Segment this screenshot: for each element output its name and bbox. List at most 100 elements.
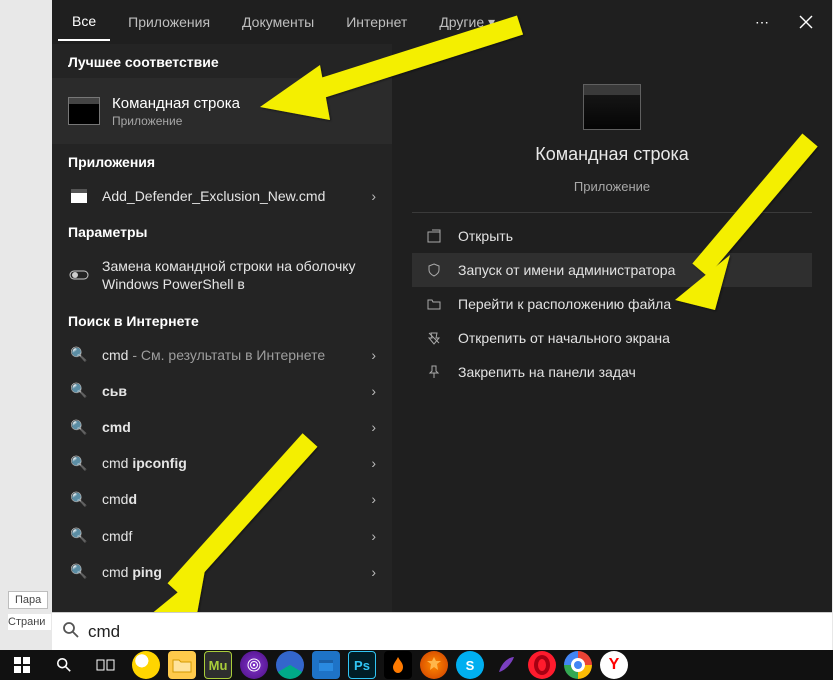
results-list: Лучшее соответствие Командная строка При… <box>52 44 392 612</box>
search-input[interactable] <box>88 622 822 642</box>
result-label: cmd - См. результаты в Интернете <box>102 346 359 364</box>
taskbar-app-photoshop[interactable]: Ps <box>348 651 376 679</box>
taskbar: Mu Ps S Y <box>0 650 833 680</box>
taskbar-app-skype[interactable]: S <box>456 651 484 679</box>
tab-all[interactable]: Все <box>58 3 110 41</box>
taskbar-search-button[interactable] <box>44 650 84 680</box>
chevron-right-icon: › <box>371 564 376 580</box>
cmd-icon <box>68 97 100 125</box>
search-icon: 🔍 <box>68 527 90 544</box>
taskbar-app-yandex-browser[interactable]: Y <box>600 651 628 679</box>
action-label: Перейти к расположению файла <box>458 296 671 312</box>
taskbar-pinned-apps: Mu Ps S Y <box>128 651 628 679</box>
result-label: cmd ping <box>102 563 359 581</box>
best-match-subtitle: Приложение <box>112 114 240 128</box>
settings-toggle-icon <box>68 269 90 281</box>
taskbar-app-chrome[interactable] <box>564 651 592 679</box>
tab-web[interactable]: Интернет <box>332 4 421 40</box>
behind-tooltip-1: Пара <box>8 591 48 609</box>
best-match-item[interactable]: Командная строка Приложение <box>52 78 392 144</box>
action-open-location[interactable]: Перейти к расположению файла <box>412 287 812 321</box>
chevron-right-icon: › <box>371 491 376 507</box>
action-label: Запуск от имени администратора <box>458 262 675 278</box>
taskbar-app-fox[interactable] <box>420 651 448 679</box>
taskbar-app-tor[interactable] <box>240 651 268 679</box>
action-label: Открепить от начального экрана <box>458 330 670 346</box>
app-result-item[interactable]: Add_Defender_Exclusion_New.cmd › <box>52 178 392 214</box>
search-tabs: Все Приложения Документы Интернет Другие… <box>52 0 832 44</box>
result-label: Add_Defender_Exclusion_New.cmd <box>102 187 359 205</box>
windows-logo-icon <box>14 657 30 673</box>
tab-more[interactable]: Другие ▾ <box>425 4 509 41</box>
folder-icon <box>424 298 444 310</box>
action-label: Закрепить на панели задач <box>458 364 636 380</box>
task-view-button[interactable] <box>86 650 126 680</box>
search-icon: 🔍 <box>68 346 90 363</box>
open-icon <box>424 229 444 243</box>
task-view-icon <box>97 658 115 672</box>
search-icon: 🔍 <box>68 382 90 399</box>
search-icon: 🔍 <box>68 563 90 580</box>
chevron-right-icon: › <box>371 383 376 399</box>
section-web-search: Поиск в Интернете <box>52 303 392 337</box>
divider <box>412 212 812 213</box>
close-button[interactable] <box>786 0 826 44</box>
web-result-item[interactable]: 🔍 cmd ping › <box>52 554 392 590</box>
unpin-icon <box>424 331 444 345</box>
taskbar-app-explorer[interactable] <box>168 651 196 679</box>
taskbar-app-flame[interactable] <box>384 651 412 679</box>
web-result-item[interactable]: 🔍 cmdd › <box>52 481 392 517</box>
action-pin-taskbar[interactable]: Закрепить на панели задач <box>412 355 812 389</box>
result-label: сьв <box>102 382 359 400</box>
behind-tooltip-2: Страни <box>8 614 51 630</box>
search-icon <box>56 657 72 673</box>
settings-result-item[interactable]: Замена командной строки на оболочку Wind… <box>52 248 392 302</box>
preview-app-icon <box>583 84 641 130</box>
result-label: cmd ipconfig <box>102 454 359 472</box>
action-unpin-start[interactable]: Открепить от начального экрана <box>412 321 812 355</box>
chevron-right-icon: › <box>371 188 376 204</box>
result-label: cmd <box>102 418 359 436</box>
section-settings: Параметры <box>52 214 392 248</box>
result-label: Замена командной строки на оболочку Wind… <box>102 257 376 293</box>
taskbar-app-edge[interactable] <box>276 651 304 679</box>
web-result-item[interactable]: 🔍 cmd › <box>52 409 392 445</box>
result-label: cmdf <box>102 527 359 545</box>
chevron-right-icon: › <box>371 419 376 435</box>
web-result-item[interactable]: 🔍 сьв › <box>52 373 392 409</box>
taskbar-app-muse[interactable]: Mu <box>204 651 232 679</box>
tab-apps[interactable]: Приложения <box>114 4 224 40</box>
search-icon <box>62 621 80 642</box>
batch-file-icon <box>68 189 90 203</box>
more-options-button[interactable]: ⋯ <box>742 0 782 44</box>
taskbar-app-calendar[interactable] <box>312 651 340 679</box>
action-run-as-admin[interactable]: Запуск от имени администратора <box>412 253 812 287</box>
preview-title: Командная строка <box>535 144 689 165</box>
result-label: cmdd <box>102 490 359 508</box>
taskbar-app-yandex[interactable] <box>132 651 160 679</box>
web-result-item[interactable]: 🔍 cmd ipconfig › <box>52 445 392 481</box>
web-result-item[interactable]: 🔍 cmdf › <box>52 518 392 554</box>
section-apps: Приложения <box>52 144 392 178</box>
search-box-row <box>52 612 832 650</box>
preview-subtitle: Приложение <box>574 179 650 194</box>
action-label: Открыть <box>458 228 513 244</box>
windows-search-flyout: Все Приложения Документы Интернет Другие… <box>52 0 832 612</box>
chevron-down-icon: ▾ <box>488 14 495 30</box>
taskbar-app-feather[interactable] <box>492 651 520 679</box>
chevron-right-icon: › <box>371 455 376 471</box>
web-result-item[interactable]: 🔍 cmd - См. результаты в Интернете › <box>52 337 392 373</box>
chevron-right-icon: › <box>371 347 376 363</box>
action-open[interactable]: Открыть <box>412 219 812 253</box>
best-match-title: Командная строка <box>112 95 240 112</box>
taskbar-app-opera[interactable] <box>528 651 556 679</box>
search-icon: 🔍 <box>68 491 90 508</box>
close-icon <box>799 15 813 29</box>
tab-documents[interactable]: Документы <box>228 4 328 40</box>
search-icon: 🔍 <box>68 419 90 436</box>
admin-icon <box>424 263 444 277</box>
search-icon: 🔍 <box>68 455 90 472</box>
section-best-match: Лучшее соответствие <box>52 44 392 78</box>
start-button[interactable] <box>2 650 42 680</box>
pin-icon <box>424 365 444 379</box>
